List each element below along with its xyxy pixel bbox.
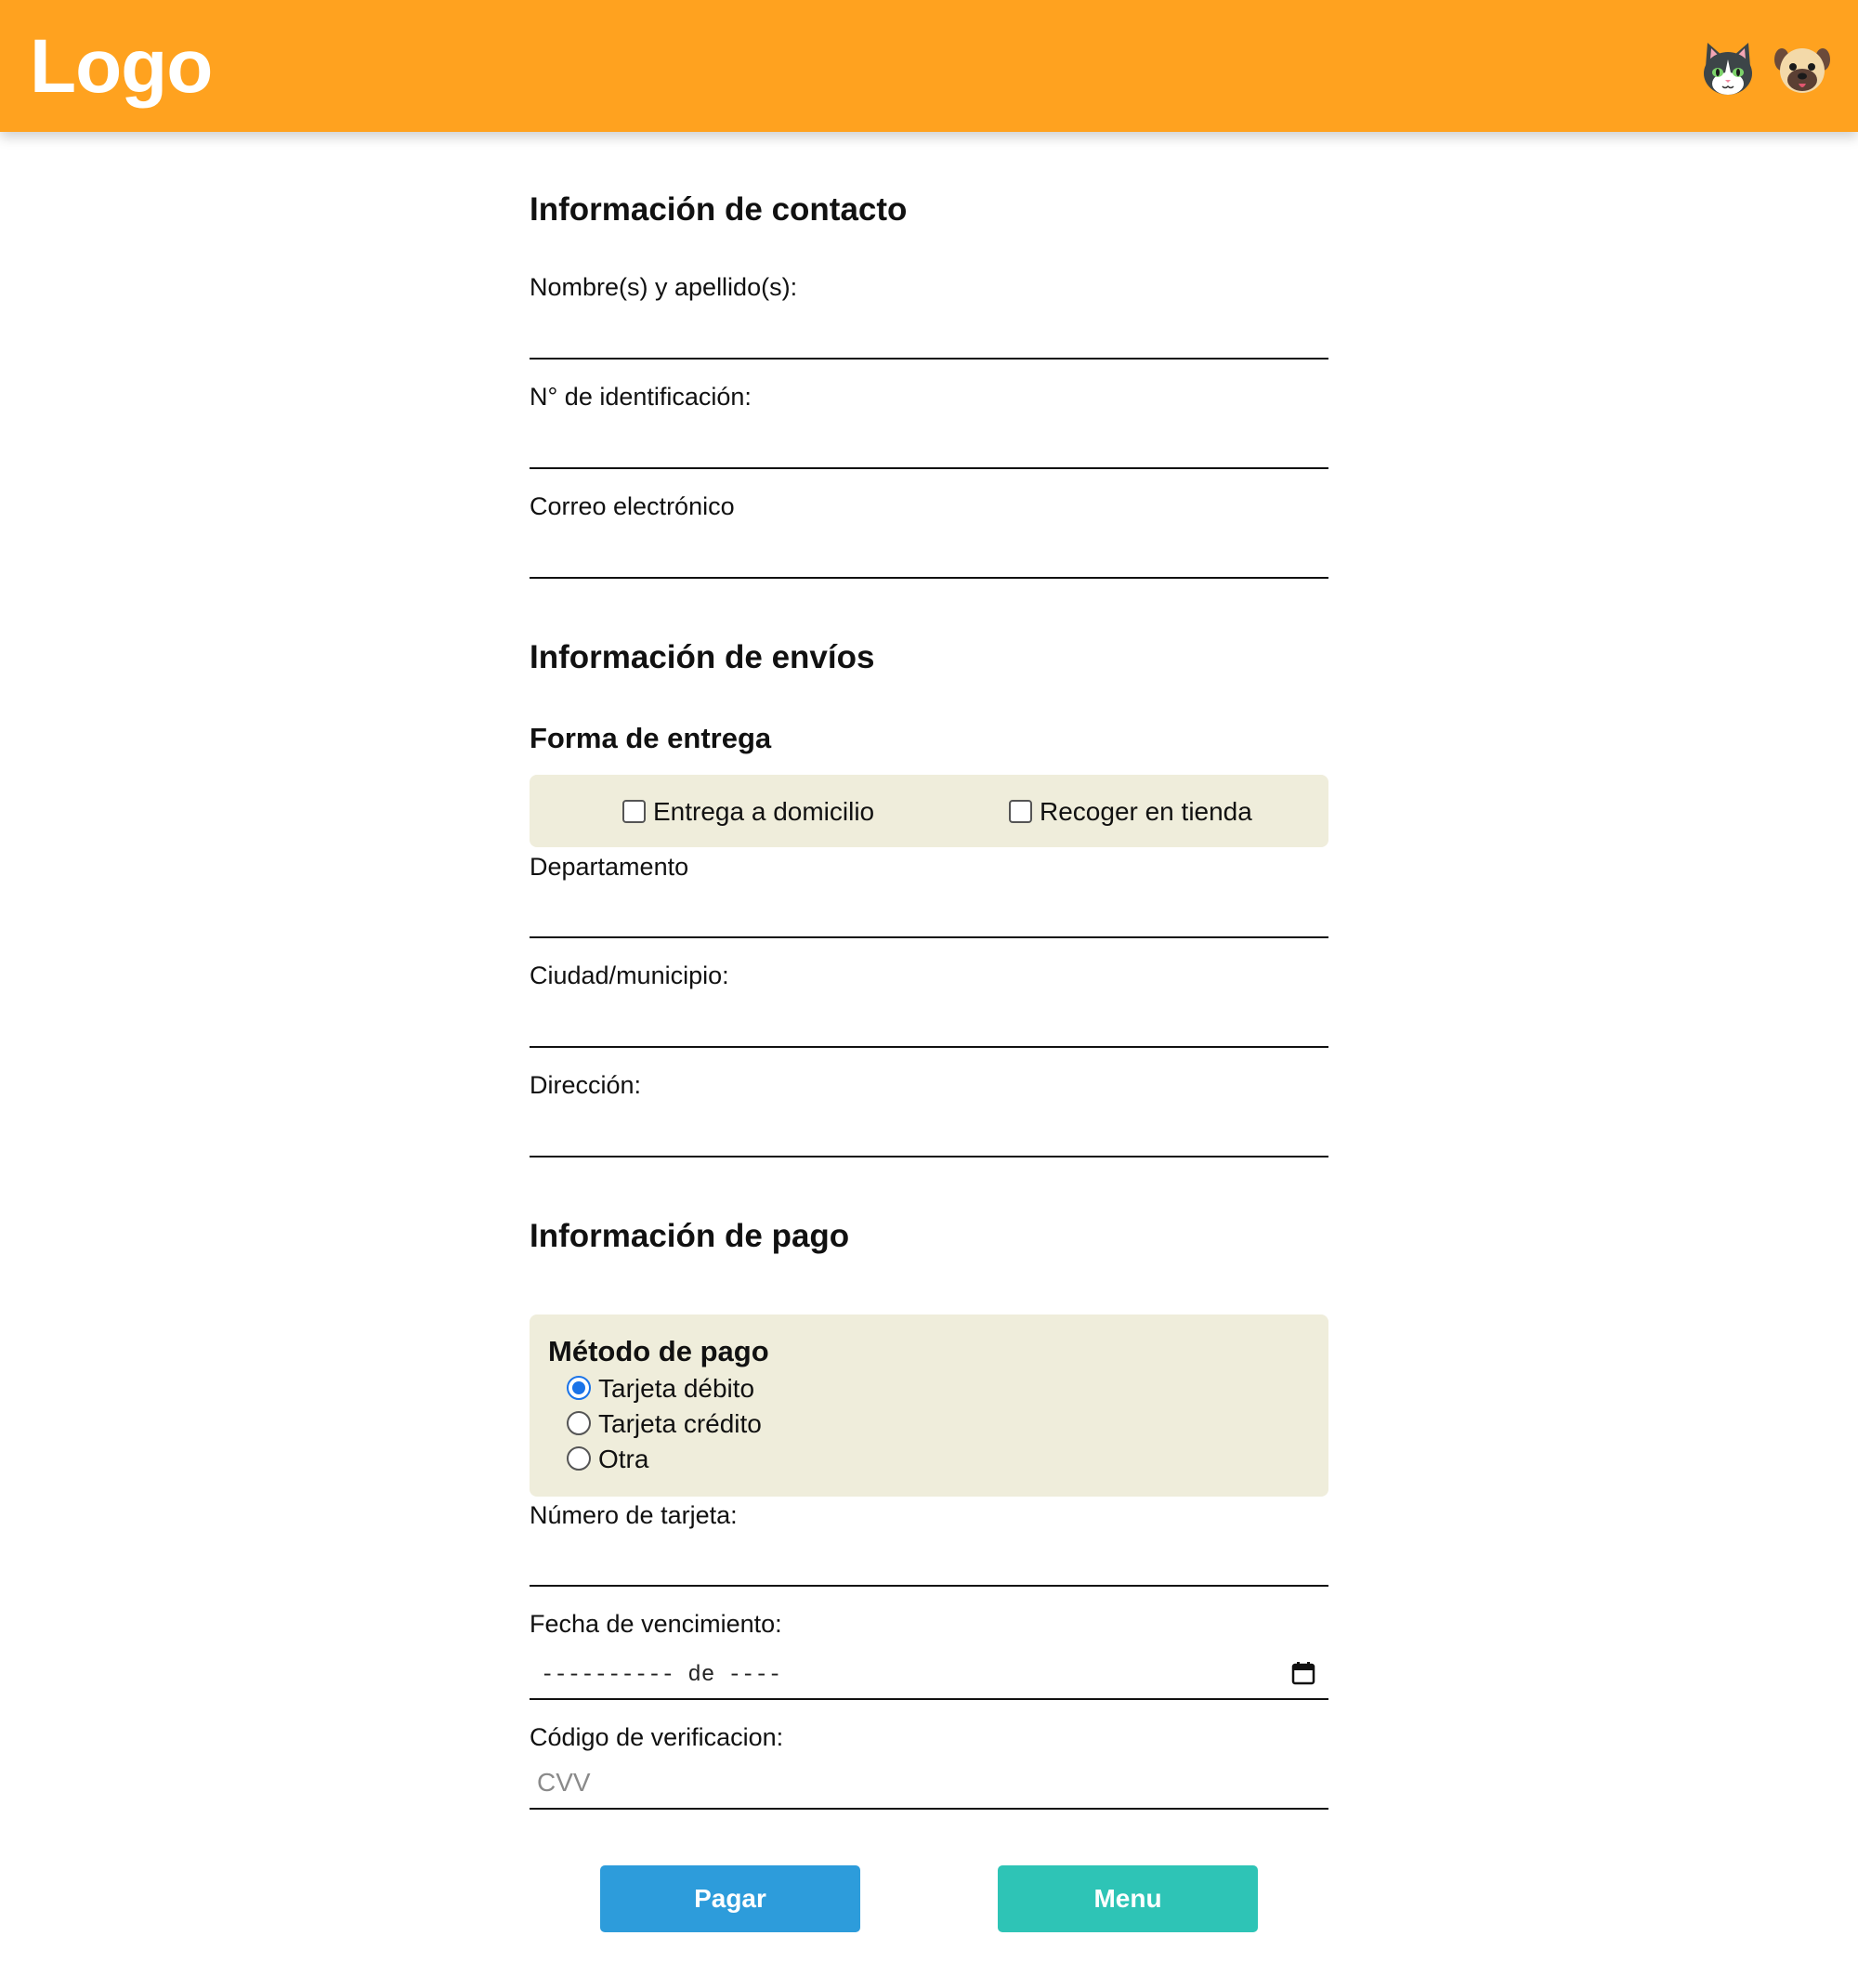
- other-method-radio[interactable]: [567, 1446, 591, 1471]
- address-input[interactable]: [530, 1105, 1328, 1157]
- home-delivery-checkbox[interactable]: [622, 800, 646, 823]
- department-label: Departamento: [530, 853, 689, 881]
- calendar-icon[interactable]: [1291, 1661, 1315, 1685]
- department-input[interactable]: [530, 886, 1328, 938]
- city-label: Ciudad/municipio:: [530, 961, 729, 989]
- expiry-label: Fecha de vencimiento:: [530, 1610, 782, 1638]
- delivery-options-panel: Entrega a domicilio Recoger en tienda: [530, 775, 1328, 847]
- credit-card-label[interactable]: Tarjeta crédito: [598, 1409, 762, 1438]
- home-delivery-label[interactable]: Entrega a domicilio: [653, 797, 874, 826]
- debit-card-radio[interactable]: [567, 1376, 591, 1400]
- card-number-label: Número de tarjeta:: [530, 1501, 738, 1529]
- name-input[interactable]: [530, 307, 1328, 360]
- credit-card-option[interactable]: Tarjeta crédito: [567, 1409, 762, 1439]
- home-delivery-option[interactable]: Entrega a domicilio: [622, 797, 874, 827]
- shipping-section-title: Información de envíos: [530, 639, 875, 675]
- store-pickup-label[interactable]: Recoger en tienda: [1040, 797, 1252, 826]
- payment-section-title: Información de pago: [530, 1218, 850, 1254]
- dog-face-icon[interactable]: [1773, 39, 1832, 98]
- cvv-input[interactable]: [530, 1758, 1328, 1810]
- contact-section-title: Información de contacto: [530, 191, 908, 228]
- email-input[interactable]: [530, 527, 1328, 579]
- expiry-date-value: ---------- de ----: [541, 1663, 782, 1688]
- name-label: Nombre(s) y apellido(s):: [530, 273, 798, 301]
- menu-button[interactable]: Menu: [998, 1865, 1258, 1932]
- delivery-method-title: Forma de entrega: [530, 722, 772, 754]
- pay-button[interactable]: Pagar: [600, 1865, 860, 1932]
- other-method-label[interactable]: Otra: [598, 1445, 648, 1473]
- city-input[interactable]: [530, 996, 1328, 1048]
- payment-method-panel: Método de pago Tarjeta débito Tarjeta cr…: [530, 1314, 1328, 1497]
- other-method-option[interactable]: Otra: [567, 1445, 648, 1474]
- debit-card-option[interactable]: Tarjeta débito: [567, 1374, 754, 1404]
- payment-method-title: Método de pago: [548, 1335, 769, 1367]
- id-number-input[interactable]: [530, 417, 1328, 469]
- store-pickup-option[interactable]: Recoger en tienda: [1009, 797, 1252, 827]
- logo[interactable]: Logo: [30, 20, 213, 113]
- card-number-input[interactable]: [530, 1535, 1328, 1587]
- cat-face-icon[interactable]: [1698, 39, 1758, 98]
- address-label: Dirección:: [530, 1071, 642, 1099]
- email-label: Correo electrónico: [530, 492, 735, 520]
- debit-card-label[interactable]: Tarjeta débito: [598, 1374, 754, 1403]
- store-pickup-checkbox[interactable]: [1009, 800, 1032, 823]
- id-label: N° de identificación:: [530, 383, 752, 411]
- credit-card-radio[interactable]: [567, 1411, 591, 1435]
- site-header: Logo: [0, 0, 1858, 132]
- expiry-date-input[interactable]: ---------- de ----: [530, 1648, 1328, 1700]
- cvv-label: Código de verificacion:: [530, 1723, 784, 1751]
